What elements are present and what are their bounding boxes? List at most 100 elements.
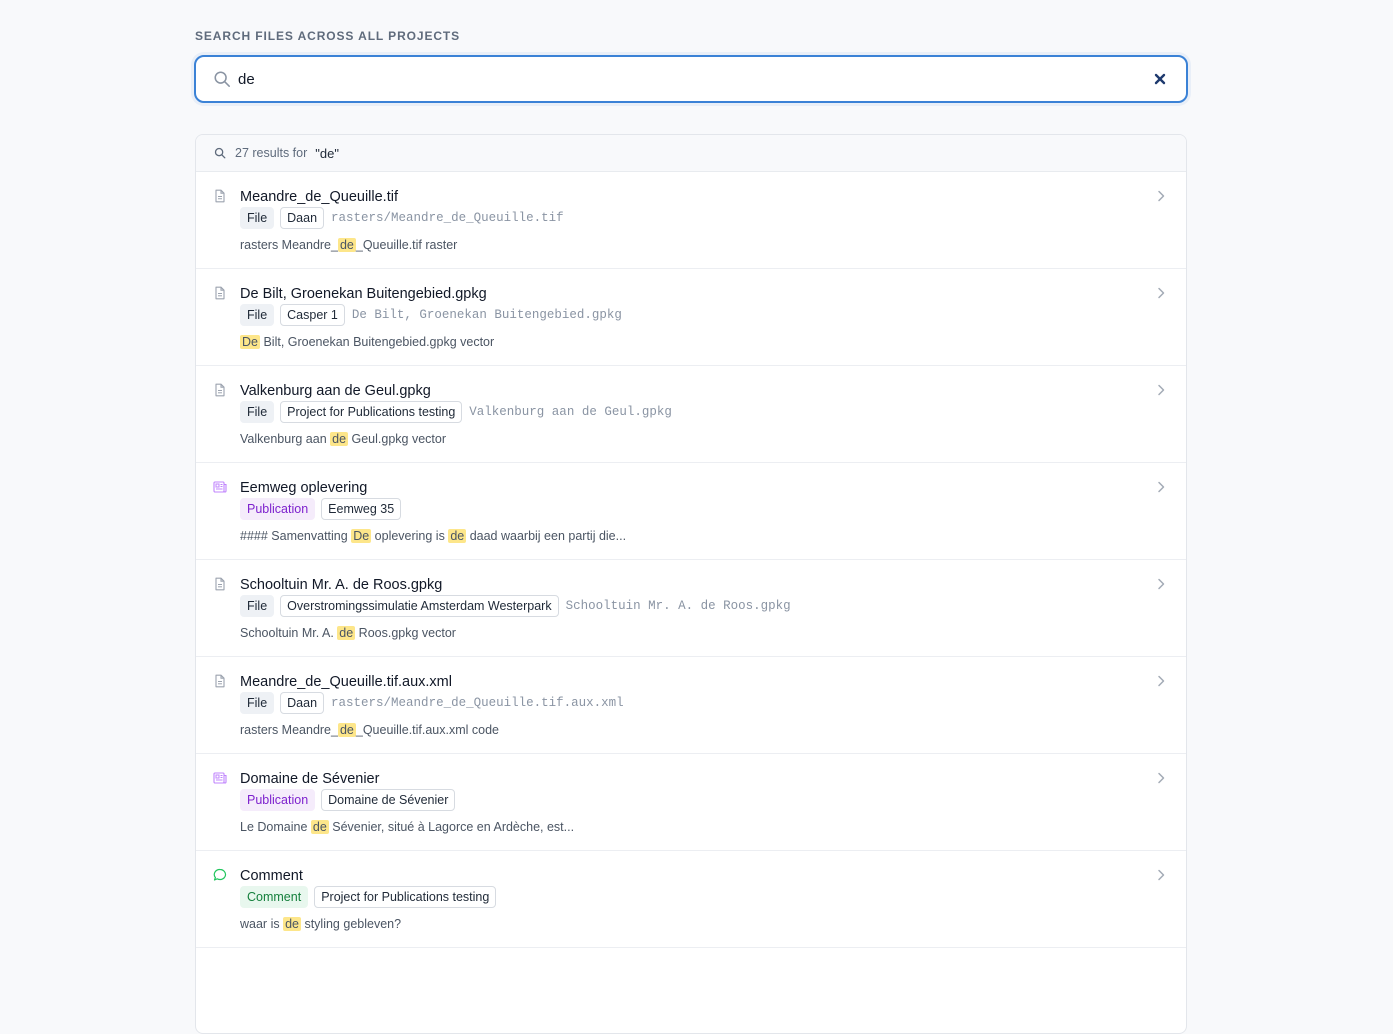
file-icon: [215, 286, 225, 300]
results-list: 27 results for "de" Meandre_de_Queuille.…: [195, 134, 1187, 1034]
result-project-badge: Daan: [280, 207, 325, 229]
result-type-badge: Publication: [240, 498, 316, 520]
result-row[interactable]: Domaine de Sévenier Publication Domaine …: [196, 754, 1186, 851]
result-type-badge: File: [240, 595, 275, 617]
result-project-badge: Casper 1: [280, 304, 345, 326]
result-snippet: Schooltuin Mr. A. de Roos.gpkg vector: [240, 618, 1186, 656]
result-snippet: #### Samenvatting De oplevering is de da…: [240, 521, 1186, 559]
result-project-badge: Overstromingssimulatie Amsterdam Westerp…: [280, 595, 559, 617]
result-path: rasters/Meandre_de_Queuille.tif: [331, 211, 564, 225]
result-meta: Publication Domaine de Sévenier: [240, 788, 1186, 812]
result-snippet: rasters Meandre_ de _Queuille.tif.aux.xml …: [240, 715, 1186, 753]
result-project-badge: Daan: [280, 692, 325, 714]
result-project-badge: Project for Publications testing: [314, 886, 497, 908]
result-path: De Bilt, Groenekan Buitengebied.gpkg: [351, 308, 622, 322]
result-snippet: Valkenburg aan de Geul.gpkg vector: [240, 424, 1186, 462]
result-meta: File Overstromingssimulatie Amsterdam We…: [240, 594, 1186, 618]
result-type-badge: File: [240, 207, 275, 229]
result-type-badge: Publication: [240, 789, 316, 811]
result-snippet: Le Domaine de Sévenier, situé à Lagorce …: [240, 812, 1186, 850]
results-query: "de": [315, 145, 339, 161]
snippet-highlight: de: [310, 820, 329, 834]
snippet-highlight: de: [337, 626, 356, 640]
result-row[interactable]: Comment Comment Project for Publications…: [196, 851, 1186, 948]
result-row[interactable]: De Bilt, Groenekan Buitengebied.gpkg Fil…: [196, 269, 1186, 366]
results-count: 27 results for: [235, 146, 308, 160]
snippet-text: Valkenburg aan: [240, 432, 331, 446]
snippet-highlight: de: [283, 917, 301, 931]
result-path: Schooltuin Mr. A. de Roos.gpkg: [565, 599, 791, 613]
result-row[interactable]: Valkenburg aan de Geul.gpkg File Project…: [196, 366, 1186, 463]
snippet-text: waar is: [240, 917, 284, 931]
file-icon: [215, 189, 225, 203]
search-icon: [214, 71, 230, 87]
search-box[interactable]: [194, 55, 1188, 103]
result-snippet: De Bilt, Groenekan Buitengebied.gpkg vec…: [240, 327, 1186, 365]
snippet-text: Schooltuin Mr. A.: [240, 626, 338, 640]
snippet-highlight: de: [330, 432, 349, 446]
result-title: De Bilt, Groenekan Buitengebied.gpkg: [240, 286, 487, 302]
clear-search-icon[interactable]: [1152, 71, 1168, 87]
result-path: rasters/Meandre_de_Queuille.tif.aux.xml: [331, 696, 624, 710]
result-title: Eemweg oplevering: [240, 480, 368, 496]
snippet-text: Bilt, Groenekan Buitengebied.gpkg vector: [259, 335, 495, 349]
snippet-highlight: De: [240, 335, 260, 349]
publication-icon: [213, 772, 227, 784]
chevron-right-icon: [1158, 772, 1165, 784]
result-type-badge: Comment: [240, 886, 309, 908]
snippet-text: Geul.gpkg vector: [348, 432, 447, 446]
snippet-highlight: de: [337, 723, 356, 737]
result-path: Valkenburg aan de Geul.gpkg: [469, 405, 672, 419]
result-row[interactable]: Schooltuin Mr. A. de Roos.gpkg File Over…: [196, 560, 1186, 657]
file-icon: [215, 383, 225, 397]
result-title: Meandre_de_Queuille.tif.aux.xml: [240, 674, 452, 690]
file-icon: [215, 577, 225, 591]
search-label: SEARCH FILES ACROSS ALL PROJECTS: [195, 29, 461, 43]
result-meta: File Project for Publications testing Va…: [240, 400, 1186, 424]
snippet-text: styling gebleven?: [300, 917, 402, 931]
result-title: Comment: [240, 868, 303, 884]
comment-icon: [213, 868, 227, 881]
snippet-text: rasters Meandre_: [240, 238, 338, 252]
chevron-right-icon: [1158, 287, 1165, 299]
result-meta: File Daan rasters/Meandre_de_Queuille.ti…: [240, 206, 1186, 230]
result-meta: File Casper 1 De Bilt, Groenekan Buiteng…: [240, 303, 1186, 327]
result-title: Domaine de Sévenier: [240, 771, 380, 787]
result-type-badge: File: [240, 692, 275, 714]
search-icon: [214, 147, 226, 159]
result-meta: Publication Eemweg 35: [240, 497, 1186, 521]
chevron-right-icon: [1158, 578, 1165, 590]
publication-icon: [213, 481, 227, 493]
snippet-text: Le Domaine: [240, 820, 311, 834]
chevron-right-icon: [1158, 675, 1165, 687]
snippet-text: oplevering is: [371, 529, 449, 543]
results-summary: 27 results for "de": [196, 135, 1186, 172]
snippet-text: Sévenier, situé à Lagorce en Ardèche, es…: [328, 820, 575, 834]
chevron-right-icon: [1158, 481, 1165, 493]
results-rows: Meandre_de_Queuille.tif File Daan raster…: [196, 172, 1186, 948]
file-icon: [215, 674, 225, 688]
result-meta: Comment Project for Publications testing: [240, 885, 1186, 909]
snippet-text: rasters Meandre_: [240, 723, 338, 737]
result-meta: File Daan rasters/Meandre_de_Queuille.ti…: [240, 691, 1186, 715]
snippet-text: _Queuille.tif raster: [355, 238, 458, 252]
chevron-right-icon: [1158, 869, 1165, 881]
snippet-highlight: de: [448, 529, 467, 543]
snippet-highlight: De: [351, 529, 372, 543]
result-project-badge: Project for Publications testing: [280, 401, 463, 423]
result-project-badge: Eemweg 35: [321, 498, 402, 520]
chevron-right-icon: [1158, 384, 1165, 396]
snippet-text: Roos.gpkg vector: [355, 626, 456, 640]
result-title: Schooltuin Mr. A. de Roos.gpkg: [240, 577, 443, 593]
result-row[interactable]: Meandre_de_Queuille.tif File Daan raster…: [196, 172, 1186, 269]
result-snippet: rasters Meandre_ de _Queuille.tif raster: [240, 230, 1186, 268]
result-row[interactable]: Meandre_de_Queuille.tif.aux.xml File Daa…: [196, 657, 1186, 754]
snippet-highlight: de: [337, 238, 356, 252]
snippet-text: _Queuille.tif.aux.xml code: [355, 723, 500, 737]
result-title: Valkenburg aan de Geul.gpkg: [240, 383, 431, 399]
result-title: Meandre_de_Queuille.tif: [240, 189, 398, 205]
search-input[interactable]: [238, 67, 1118, 91]
snippet-text: #### Samenvatting: [240, 529, 352, 543]
snippet-text: daad waarbij een partij die...: [466, 529, 627, 543]
result-row[interactable]: Eemweg oplevering Publication Eemweg 35 …: [196, 463, 1186, 560]
